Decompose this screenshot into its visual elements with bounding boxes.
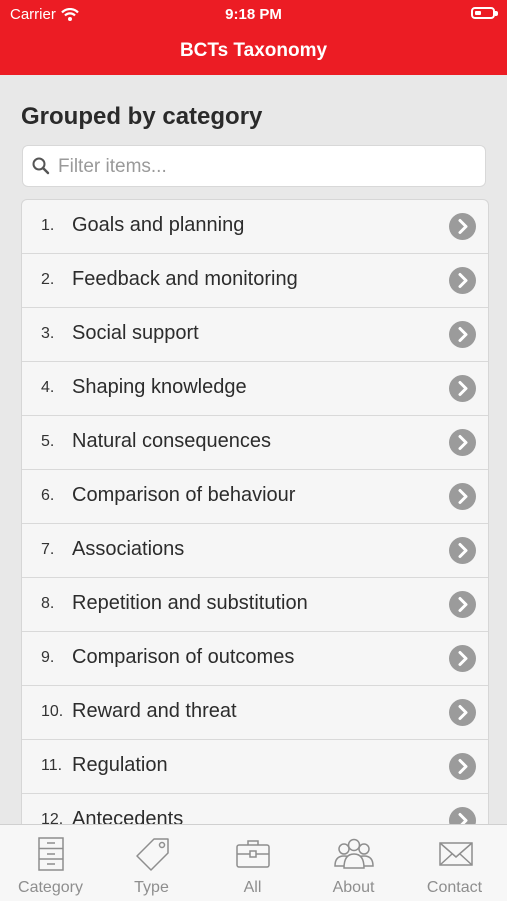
chevron-right-icon[interactable] xyxy=(449,375,476,402)
list-item-label: Feedback and monitoring xyxy=(72,268,298,290)
cabinet-icon xyxy=(37,837,64,871)
chevron-right-icon[interactable] xyxy=(449,213,476,240)
list-item[interactable]: 8. Repetition and substitution xyxy=(22,578,488,632)
list-item[interactable]: 7. Associations xyxy=(22,524,488,578)
list-item-number: 6. xyxy=(41,487,55,504)
search-bar[interactable] xyxy=(22,145,486,188)
tab-contact-label: Contact xyxy=(426,879,483,896)
tab-contact[interactable]: Contact xyxy=(404,825,507,901)
list-item-label: Repetition and substitution xyxy=(72,592,308,614)
navigation-bar: Carrier 9:18 PM BCTs Taxonomy xyxy=(0,0,507,75)
list-item-number: 8. xyxy=(41,595,55,612)
list-item-label: Comparison of behaviour xyxy=(72,484,296,506)
category-list: 1. Goals and planning 2. Feedback and monit… xyxy=(21,199,489,824)
tab-category-label: Category xyxy=(18,879,83,896)
tab-category[interactable]: Category xyxy=(0,825,101,901)
list-item[interactable]: 10. Reward and threat xyxy=(22,686,488,740)
tab-type[interactable]: Type xyxy=(101,825,202,901)
list-item[interactable]: 9. Comparison of outcomes xyxy=(22,632,488,686)
list-item-number: 1. xyxy=(41,217,55,234)
list-item-number: 4. xyxy=(41,379,55,396)
briefcase-icon xyxy=(235,840,270,868)
list-item[interactable]: 2. Feedback and monitoring xyxy=(22,254,488,308)
list-item-number: 2. xyxy=(41,271,55,288)
list-item[interactable]: 11. Regulation xyxy=(22,740,488,794)
search-input[interactable] xyxy=(56,146,480,188)
chevron-right-icon[interactable] xyxy=(449,645,476,672)
list-item-number: 5. xyxy=(41,433,55,450)
list-item[interactable]: 5. Natural consequences xyxy=(22,416,488,470)
section-heading: Grouped by category xyxy=(21,103,263,130)
list-item-label: Shaping knowledge xyxy=(72,376,247,398)
chevron-right-icon[interactable] xyxy=(449,807,476,824)
list-item-label: Associations xyxy=(72,538,185,560)
chevron-right-icon[interactable] xyxy=(449,321,476,348)
chevron-right-icon[interactable] xyxy=(449,267,476,294)
page-title: BCTs Taxonomy xyxy=(179,40,328,61)
list-item[interactable]: 6. Comparison of behaviour xyxy=(22,470,488,524)
list-item[interactable]: 12. Antecedents xyxy=(22,794,488,824)
chevron-right-icon[interactable] xyxy=(449,537,476,564)
envelope-icon xyxy=(438,842,473,866)
list-item-label: Natural consequences xyxy=(72,430,272,452)
list-item-number: 3. xyxy=(41,325,55,342)
list-item-number: 10. xyxy=(41,703,64,720)
list-item-label: Regulation xyxy=(72,754,168,776)
list-item-number: 11. xyxy=(41,757,63,774)
list-item[interactable]: 1. Goals and planning xyxy=(22,200,488,254)
battery-icon xyxy=(471,7,498,19)
list-item[interactable]: 4. Shaping knowledge xyxy=(22,362,488,416)
main-content[interactable]: Grouped by category 1. Goals and planning… xyxy=(0,75,507,824)
list-item-label: Comparison of outcomes xyxy=(72,646,295,668)
list-item-label: Social support xyxy=(72,322,199,344)
search-icon xyxy=(32,157,50,175)
tab-type-label: Type xyxy=(134,879,169,896)
tab-about-label: About xyxy=(332,879,375,896)
list-item[interactable]: 3. Social support xyxy=(22,308,488,362)
clock: 9:18 PM xyxy=(225,6,282,23)
tab-all[interactable]: All xyxy=(202,825,303,901)
chevron-right-icon[interactable] xyxy=(449,591,476,618)
list-item-label: Antecedents xyxy=(72,808,184,824)
list-item-number: 7. xyxy=(41,541,55,558)
chevron-right-icon[interactable] xyxy=(449,483,476,510)
tag-icon xyxy=(135,838,169,871)
list-item-label: Reward and threat xyxy=(72,700,237,722)
status-bar: Carrier 9:18 PM xyxy=(0,0,507,30)
chevron-right-icon[interactable] xyxy=(449,699,476,726)
chevron-right-icon[interactable] xyxy=(449,753,476,780)
people-icon xyxy=(333,838,374,869)
list-item-label: Goals and planning xyxy=(72,214,245,236)
chevron-right-icon[interactable] xyxy=(449,429,476,456)
tab-bar: Category Type All About Contact xyxy=(0,824,507,901)
tab-about[interactable]: About xyxy=(303,825,404,901)
list-item-number: 9. xyxy=(41,649,55,666)
list-item-number: 12. xyxy=(41,811,64,824)
tab-all-label: All xyxy=(243,879,262,896)
